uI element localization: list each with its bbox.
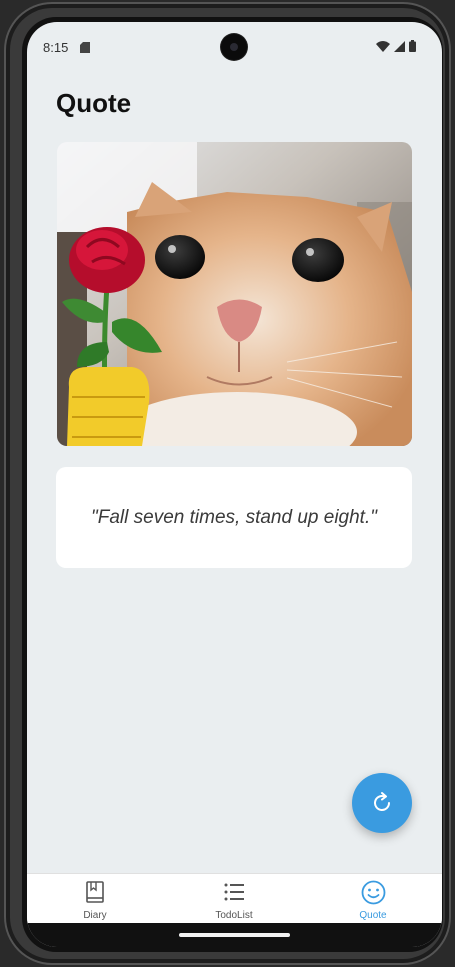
nav-label-todolist: TodoList — [215, 910, 253, 921]
quote-card: "Fall seven times, stand up eight." — [56, 467, 412, 568]
wifi-icon — [376, 40, 390, 52]
bottom-navigation: Diary TodoList Quote — [27, 873, 442, 924]
front-camera — [221, 34, 247, 60]
book-icon — [86, 881, 104, 903]
nav-item-quote[interactable]: Quote — [328, 874, 418, 924]
battery-icon — [409, 40, 416, 52]
phone-frame: 8:15 Quote "Fall seven times, stand up e… — [4, 2, 451, 965]
nav-item-todolist[interactable]: TodoList — [189, 874, 279, 924]
screen: 8:15 Quote "Fall seven times, stand up e… — [27, 22, 442, 947]
quote-text: "Fall seven times, stand up eight." — [91, 506, 377, 528]
list-icon — [224, 883, 244, 901]
status-time: 8:15 — [43, 40, 69, 55]
nav-label-diary: Diary — [83, 910, 107, 921]
sd-card-icon — [80, 42, 90, 53]
home-gesture-bar[interactable] — [179, 933, 290, 937]
gesture-area — [27, 923, 442, 947]
refresh-icon — [374, 792, 390, 811]
status-bar: 8:15 — [27, 22, 442, 72]
quote-image — [57, 142, 412, 446]
refresh-button[interactable] — [352, 773, 412, 833]
signal-icon — [394, 40, 405, 52]
nav-item-diary[interactable]: Diary — [50, 874, 140, 924]
page-title: Quote — [56, 88, 132, 118]
nav-label-quote: Quote — [359, 910, 387, 921]
cat-with-rose-illustration — [57, 142, 412, 446]
status-icons — [376, 40, 416, 52]
smiley-icon — [361, 880, 386, 905]
